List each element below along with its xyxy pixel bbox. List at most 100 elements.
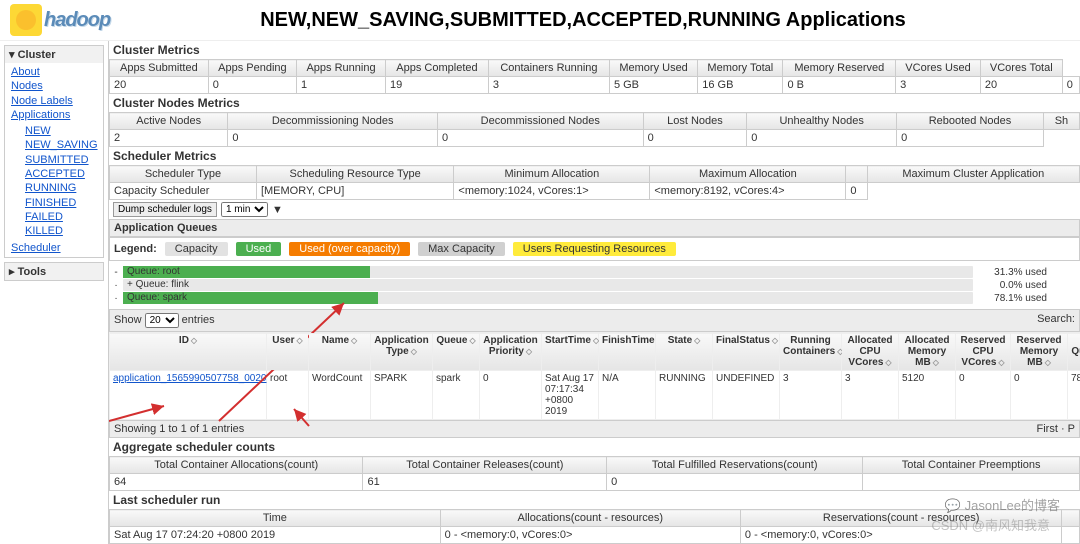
apps-cell: application_1565990507758_0020 xyxy=(110,371,267,420)
queue-bar: + Queue: flink xyxy=(123,279,973,291)
dropdown-icon: ▼ xyxy=(272,204,283,216)
application-link[interactable]: application_1565990507758_0020 xyxy=(113,373,266,384)
col-header: Apps Pending xyxy=(208,60,296,77)
cell: 0 xyxy=(208,77,296,94)
col-header: Total Container Releases(count) xyxy=(363,457,607,474)
toggle-icon[interactable]: · xyxy=(113,280,119,291)
apps-cell: spark xyxy=(433,371,480,420)
sidebar: ▾ Cluster About Nodes Node Labels Applic… xyxy=(0,41,109,544)
cell: Sat Aug 17 07:24:20 +0800 2019 xyxy=(110,527,441,544)
apps-col-header[interactable]: Queue◇ xyxy=(433,333,480,371)
application-queues-title: Application Queues xyxy=(109,219,1080,237)
cell: 5 GB xyxy=(609,77,697,94)
apps-cell: root xyxy=(267,371,309,420)
apps-col-header[interactable]: State◇ xyxy=(656,333,713,371)
sidebar-applications[interactable]: Applications xyxy=(11,108,97,122)
show-label: Show xyxy=(114,314,142,326)
queue-row[interactable]: · Queue: spark 78.1% used xyxy=(113,292,1076,304)
cell: 19 xyxy=(386,77,489,94)
sidebar-about[interactable]: About xyxy=(11,65,97,79)
apps-col-header[interactable]: Application Priority◇ xyxy=(480,333,542,371)
apps-col-header[interactable]: Allocated Memory MB◇ xyxy=(899,333,956,371)
cluster-metrics-title: Cluster Metrics xyxy=(109,41,1080,59)
dump-scheduler-logs-button[interactable]: Dump scheduler logs xyxy=(113,202,217,217)
legend-max: Max Capacity xyxy=(418,242,505,256)
sidebar-submitted[interactable]: SUBMITTED xyxy=(25,153,91,167)
sidebar-tools-title[interactable]: ▸ Tools xyxy=(5,263,103,280)
cell: 61 xyxy=(363,474,607,491)
apps-cell: 0 xyxy=(1011,371,1068,420)
apps-col-header[interactable]: StartTime◇ xyxy=(542,333,599,371)
scheduler-metrics-title: Scheduler Metrics xyxy=(109,147,1080,165)
cell: 0 xyxy=(747,130,897,147)
legend-used: Used xyxy=(236,242,282,256)
cell: 64 xyxy=(110,474,363,491)
col-header: Total Fulfilled Reservations(count) xyxy=(607,457,863,474)
cell: 1 xyxy=(297,77,386,94)
pagination[interactable]: First · P xyxy=(1037,423,1076,435)
sidebar-new[interactable]: NEW xyxy=(25,124,91,138)
cell: 0 - <memory:0, vCores:0> xyxy=(740,527,1062,544)
apps-col-header[interactable]: % of Queue◇ xyxy=(1068,333,1080,371)
entries-bar: Show 20 entries Search: xyxy=(109,309,1080,332)
queue-row[interactable]: - Queue: root 31.3% used xyxy=(113,266,1076,278)
col-header: Total Container Allocations(count) xyxy=(110,457,363,474)
col-header: Scheduler Type xyxy=(110,166,257,183)
legend-users: Users Requesting Resources xyxy=(513,242,676,256)
apps-col-header[interactable]: FinishTime◇ xyxy=(599,333,656,371)
queue-list: - Queue: root 31.3% used· + Queue: flink… xyxy=(109,261,1080,309)
apps-col-header[interactable]: Allocated CPU VCores◇ xyxy=(842,333,899,371)
sidebar-accepted[interactable]: ACCEPTED xyxy=(25,167,91,181)
last-run-table: TimeAllocations(count - resources)Reserv… xyxy=(109,509,1080,544)
toggle-icon[interactable]: · xyxy=(113,293,119,304)
cell: 0 xyxy=(897,130,1044,147)
queue-label: Queue: root xyxy=(127,266,180,278)
col-header: Lost Nodes xyxy=(643,113,747,130)
col-header: Active Nodes xyxy=(110,113,228,130)
apps-col-header[interactable]: FinalStatus◇ xyxy=(713,333,780,371)
col-header: VCores Used xyxy=(896,60,981,77)
queue-row[interactable]: · + Queue: flink 0.0% used xyxy=(113,279,1076,291)
apps-col-header[interactable]: Name◇ xyxy=(309,333,371,371)
dump-interval-select[interactable]: 1 min xyxy=(221,202,268,217)
logo-text: hadoop xyxy=(44,9,110,32)
sidebar-running[interactable]: RUNNING xyxy=(25,181,91,195)
apps-cell: 78.1 xyxy=(1068,371,1080,420)
apps-col-header[interactable]: User◇ xyxy=(267,333,309,371)
legend-over: Used (over capacity) xyxy=(289,242,410,256)
col-header: Minimum Allocation xyxy=(454,166,650,183)
cell: 3 xyxy=(896,77,981,94)
sidebar-scheduler[interactable]: Scheduler xyxy=(11,241,97,255)
aggregate-title: Aggregate scheduler counts xyxy=(109,438,1080,456)
legend-capacity: Capacity xyxy=(165,242,228,256)
apps-col-header[interactable]: ID◇ xyxy=(110,333,267,371)
col-header xyxy=(846,166,867,183)
toggle-icon[interactable]: - xyxy=(113,267,119,278)
apps-cell: 0 xyxy=(480,371,542,420)
apps-col-header[interactable]: Running Containers◇ xyxy=(780,333,842,371)
cell: 20 xyxy=(980,77,1062,94)
cell xyxy=(1062,527,1080,544)
legend: Legend: Capacity Used Used (over capacit… xyxy=(109,237,1080,261)
applications-table: ID◇User◇Name◇Application Type◇Queue◇Appl… xyxy=(109,332,1080,420)
cell: <memory:8192, vCores:4> xyxy=(650,183,846,200)
apps-col-header[interactable]: Reserved Memory MB◇ xyxy=(1011,333,1068,371)
cell: 0 xyxy=(228,130,438,147)
col-header: Decommissioned Nodes xyxy=(437,113,643,130)
sidebar-finished[interactable]: FINISHED xyxy=(25,196,91,210)
cell: 0 xyxy=(846,183,867,200)
col-header: Scheduling Resource Type xyxy=(256,166,453,183)
col-header: Memory Total xyxy=(698,60,783,77)
apps-col-header[interactable]: Application Type◇ xyxy=(371,333,433,371)
last-run-title: Last scheduler run xyxy=(109,491,1080,509)
apps-col-header[interactable]: Reserved CPU VCores◇ xyxy=(956,333,1011,371)
col-header: Allocations(count - resources) xyxy=(440,510,740,527)
sidebar-failed[interactable]: FAILED xyxy=(25,210,91,224)
sidebar-killed[interactable]: KILLED xyxy=(25,224,91,238)
sidebar-nodes[interactable]: Nodes xyxy=(11,79,97,93)
col-header xyxy=(1062,510,1080,527)
col-header: Apps Completed xyxy=(386,60,489,77)
sidebar-node-labels[interactable]: Node Labels xyxy=(11,94,97,108)
entries-per-page-select[interactable]: 20 xyxy=(145,313,179,328)
sidebar-new-saving[interactable]: NEW_SAVING xyxy=(25,138,91,152)
